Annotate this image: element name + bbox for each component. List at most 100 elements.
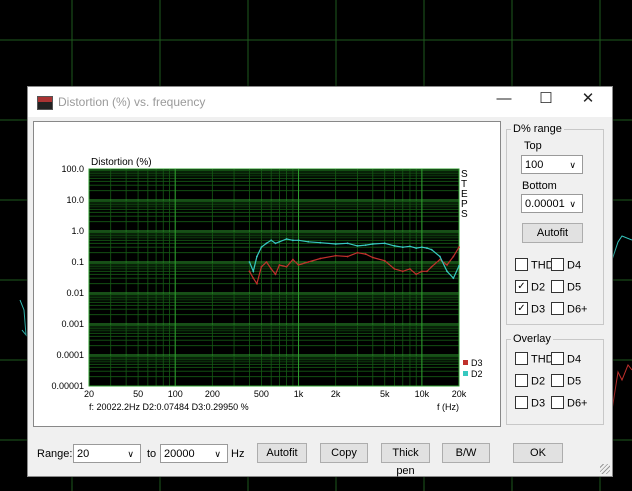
window-title: Distortion (%) vs. frequency: [58, 95, 206, 109]
autofit-button[interactable]: Autofit: [257, 443, 307, 463]
overlay-checkbox-d2[interactable]: D2: [515, 374, 546, 389]
data-point-d3: [364, 253, 367, 255]
checkbox-label: D2: [531, 281, 546, 294]
data-point-d2: [346, 242, 349, 245]
app-icon: [37, 96, 53, 110]
chevron-down-icon: ∨: [214, 449, 221, 459]
data-point-d3: [297, 264, 300, 266]
data-point-d3: [252, 277, 255, 280]
data-point-d2: [364, 244, 367, 247]
checkbox-label: D4: [567, 259, 582, 272]
checkbox-label: D2: [531, 375, 546, 388]
bg-trace: [611, 235, 632, 261]
resize-grip-icon[interactable]: [600, 464, 610, 474]
data-point-d2: [248, 261, 251, 263]
top-label: Top: [524, 140, 542, 152]
bg-trace: [611, 364, 632, 411]
distortion-chart: 100.0 10.0 1.0 0.1 0.01 0.001 0.0001 0.0000120 5…: [51, 157, 483, 412]
data-point-d2: [446, 270, 448, 273]
legend-label-d3: D3: [471, 358, 483, 368]
chart-title: Distortion (%): [91, 157, 152, 168]
x-tick-label: 200: [205, 389, 220, 399]
x-tick-label: 500: [254, 389, 269, 399]
data-point-d2: [371, 243, 374, 245]
checkbox-label: D6+: [567, 397, 588, 410]
range-checkbox-d6plus[interactable]: D6+: [551, 302, 588, 317]
x-tick-label: 2k: [331, 389, 341, 399]
range-checkbox-d2[interactable]: ✓ D2: [515, 280, 546, 295]
data-point-d3: [334, 254, 337, 257]
checkbox-empty-icon: [551, 352, 564, 365]
range-to-value: 20000: [164, 448, 195, 460]
data-point-d2: [285, 238, 288, 240]
data-point-d2: [319, 241, 322, 244]
overlay-checkbox-d5[interactable]: D5: [551, 374, 582, 389]
data-point-d2: [430, 248, 433, 251]
data-point-d2: [252, 270, 255, 273]
data-point-d3: [458, 246, 460, 249]
data-point-d3: [265, 261, 268, 263]
data-point-d2: [256, 255, 258, 258]
bottom-label: Bottom: [522, 180, 557, 192]
data-point-d3: [248, 270, 251, 273]
data-point-d3: [420, 270, 423, 273]
y-tick-label: 0.00001: [51, 381, 84, 391]
top-select[interactable]: 100 ∨: [521, 155, 583, 174]
y-tick-label: 100.0: [61, 164, 84, 174]
range-label: Range:: [37, 448, 73, 460]
bottom-select[interactable]: 0.00001 ∨: [521, 194, 583, 213]
bw-button[interactable]: B/W: [442, 443, 490, 463]
data-point-d2: [291, 239, 294, 242]
to-label: to: [147, 448, 157, 460]
data-point-d3: [319, 257, 322, 260]
data-point-d2: [458, 264, 460, 267]
data-point-d3: [274, 273, 277, 276]
legend-label-d2: D2: [471, 369, 483, 379]
minimize-button[interactable]: —: [484, 87, 524, 113]
overlay-checkbox-d6plus[interactable]: D6+: [551, 396, 588, 411]
ok-button[interactable]: OK: [513, 443, 563, 463]
data-point-d3: [426, 270, 428, 273]
thick-pen-button[interactable]: Thick pen: [381, 443, 430, 477]
data-point-d3: [307, 261, 310, 263]
data-point-d3: [371, 256, 374, 259]
range-checkbox-thd[interactable]: THD: [515, 258, 554, 273]
checkbox-label: D4: [567, 353, 582, 366]
data-point-d2: [307, 240, 310, 243]
data-point-d2: [420, 246, 423, 249]
autofit-range-button[interactable]: Autofit: [522, 223, 583, 243]
copy-button[interactable]: Copy: [320, 443, 368, 463]
steps-letter: S: [461, 209, 468, 220]
y-tick-label: 10.0: [66, 195, 84, 205]
data-point-d2: [356, 245, 359, 247]
range-checkbox-d3[interactable]: ✓ D3: [515, 302, 545, 317]
chevron-down-icon: ∨: [127, 449, 134, 459]
plot-area: 100.0 10.0 1.0 0.1 0.01 0.001 0.0001 0.00001 20 5…: [33, 121, 501, 427]
x-tick-label: 20k: [452, 389, 467, 399]
cursor-readout: f: 20022.2Hz D2:0.07484 D3:0.29950 %: [89, 402, 249, 412]
overlay-checkbox-d4[interactable]: D4: [551, 352, 582, 367]
checkbox-empty-icon: [515, 258, 528, 271]
data-point-d2: [393, 245, 396, 247]
y-tick-label: 0.01: [66, 288, 84, 298]
data-point-d3: [278, 264, 281, 266]
overlay-checkbox-thd[interactable]: THD: [515, 352, 554, 367]
range-checkbox-d4[interactable]: D4: [551, 258, 582, 273]
range-to-select[interactable]: 20000 ∨: [160, 444, 228, 463]
checkbox-label: D5: [567, 375, 582, 388]
bg-trace: [19, 299, 27, 337]
data-point-d3: [383, 259, 386, 262]
range-from-select[interactable]: 20 ∨: [73, 444, 141, 463]
checkbox-empty-icon: [551, 280, 564, 293]
data-point-d3: [356, 251, 359, 254]
x-axis-label: f (Hz): [437, 402, 459, 412]
data-point-d2: [401, 246, 404, 249]
maximize-button[interactable]: ☐: [526, 87, 566, 113]
overlay-checkbox-d3[interactable]: D3: [515, 396, 545, 411]
close-button[interactable]: ✕: [568, 87, 608, 113]
data-point-d3: [256, 282, 258, 285]
data-point-d3: [430, 265, 433, 268]
range-checkbox-d5[interactable]: D5: [551, 280, 581, 295]
data-point-d3: [409, 267, 411, 270]
checkbox-empty-icon: [551, 374, 564, 387]
